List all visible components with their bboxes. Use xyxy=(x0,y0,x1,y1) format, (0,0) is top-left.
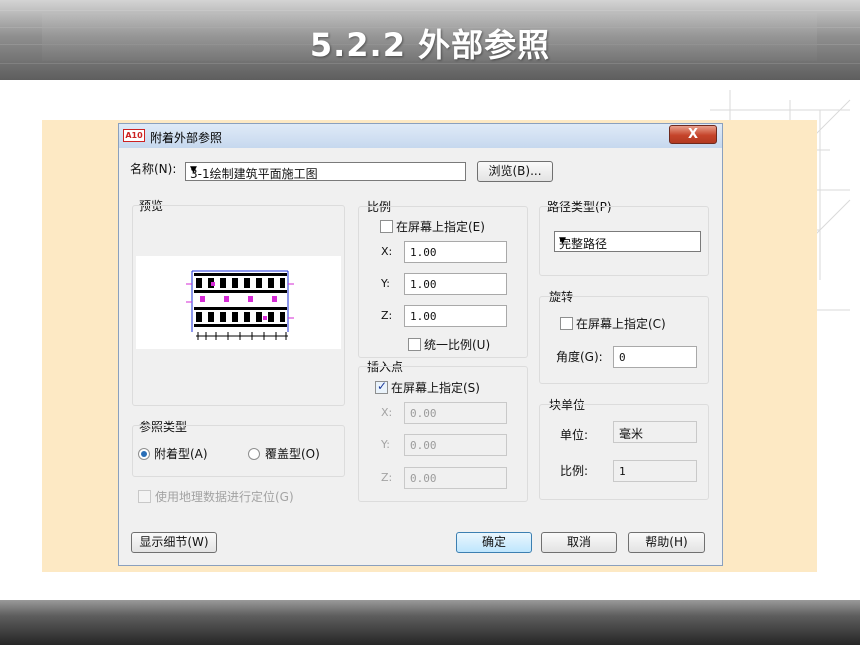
preview-image xyxy=(136,256,341,349)
factor-value-box: 1 xyxy=(613,460,697,482)
block-unit-group xyxy=(539,404,709,500)
show-details-button[interactable]: 显示细节(W) xyxy=(131,532,217,553)
insert-onscreen-checkbox[interactable] xyxy=(375,379,388,394)
factor-value: 1 xyxy=(619,465,626,478)
unit-value-box: 毫米 xyxy=(613,421,697,443)
angle-label: 角度(G): xyxy=(556,350,603,364)
scale-x-value: 1.00 xyxy=(410,246,437,259)
rotation-group xyxy=(539,296,709,384)
insert-y-input[interactable]: 0.00 xyxy=(404,434,507,456)
browse-button[interactable]: 浏览(B)... xyxy=(477,161,553,182)
rotation-onscreen-checkbox[interactable] xyxy=(560,317,573,330)
name-combobox[interactable]: 3-1绘制建筑平面施工图 ▼ xyxy=(185,162,466,181)
uniform-scale-checkbox[interactable] xyxy=(408,338,421,351)
insert-y-label: Y: xyxy=(381,438,390,451)
unit-value: 毫米 xyxy=(619,427,644,441)
slide-title: 5.2.2 外部参照 xyxy=(309,26,551,64)
insert-x-value: 0.00 xyxy=(410,407,437,420)
help-button[interactable]: 帮助(H) xyxy=(628,532,705,553)
insert-onscreen-label[interactable]: 在屏幕上指定(S) xyxy=(391,379,480,396)
dialog-titlebar[interactable]: A10 附着外部参照 X xyxy=(119,124,722,148)
overlay-label[interactable]: 覆盖型(O) xyxy=(265,445,320,462)
geo-checkbox[interactable] xyxy=(138,490,151,503)
chevron-down-icon[interactable]: ▼ xyxy=(559,236,695,246)
name-label: 名称(N): xyxy=(130,162,177,176)
slide-header: 5.2.2 外部参照 xyxy=(0,0,860,80)
dialog-title: 附着外部参照 xyxy=(150,131,223,145)
scale-onscreen-checkbox[interactable] xyxy=(380,220,393,233)
slide-footer xyxy=(0,600,860,645)
scale-x-label: X: xyxy=(381,245,393,258)
angle-input[interactable]: 0 xyxy=(613,346,697,368)
attach-label[interactable]: 附着型(A) xyxy=(154,445,208,462)
chevron-down-icon[interactable]: ▼ xyxy=(190,165,460,175)
autocad-app-icon: A10 xyxy=(123,129,145,142)
angle-value: 0 xyxy=(619,351,626,364)
insert-z-input[interactable]: 0.00 xyxy=(404,467,507,489)
attach-radio[interactable] xyxy=(138,448,150,460)
insert-z-label: Z: xyxy=(381,471,393,484)
insert-x-input[interactable]: 0.00 xyxy=(404,402,507,424)
insert-y-value: 0.00 xyxy=(410,439,437,452)
scale-z-value: 1.00 xyxy=(410,310,437,323)
path-type-combobox[interactable]: 完整路径 ▼ xyxy=(554,231,701,252)
scale-y-input[interactable]: 1.00 xyxy=(404,273,507,295)
factor-label: 比例: xyxy=(560,464,589,478)
scale-z-label: Z: xyxy=(381,309,393,322)
overlay-radio[interactable] xyxy=(248,448,260,460)
scale-z-input[interactable]: 1.00 xyxy=(404,305,507,327)
scale-x-input[interactable]: 1.00 xyxy=(404,241,507,263)
uniform-scale-label[interactable]: 统一比例(U) xyxy=(424,336,490,353)
unit-label: 单位: xyxy=(560,428,589,442)
rotation-onscreen-label[interactable]: 在屏幕上指定(C) xyxy=(576,315,666,332)
close-button[interactable]: X xyxy=(669,125,717,144)
scale-onscreen-label[interactable]: 在屏幕上指定(E) xyxy=(396,218,485,235)
insert-z-value: 0.00 xyxy=(410,472,437,485)
ok-button[interactable]: 确定 xyxy=(456,532,532,553)
attach-xref-dialog: A10 附着外部参照 X 名称(N): 3-1绘制建筑平面施工图 ▼ 浏览(B)… xyxy=(118,123,723,566)
floor-plan-thumbnail xyxy=(186,270,294,340)
insert-x-label: X: xyxy=(381,406,393,419)
geo-label[interactable]: 使用地理数据进行定位(G) xyxy=(155,488,294,505)
scale-y-label: Y: xyxy=(381,277,390,290)
cancel-button[interactable]: 取消 xyxy=(541,532,617,553)
scale-y-value: 1.00 xyxy=(410,278,437,291)
